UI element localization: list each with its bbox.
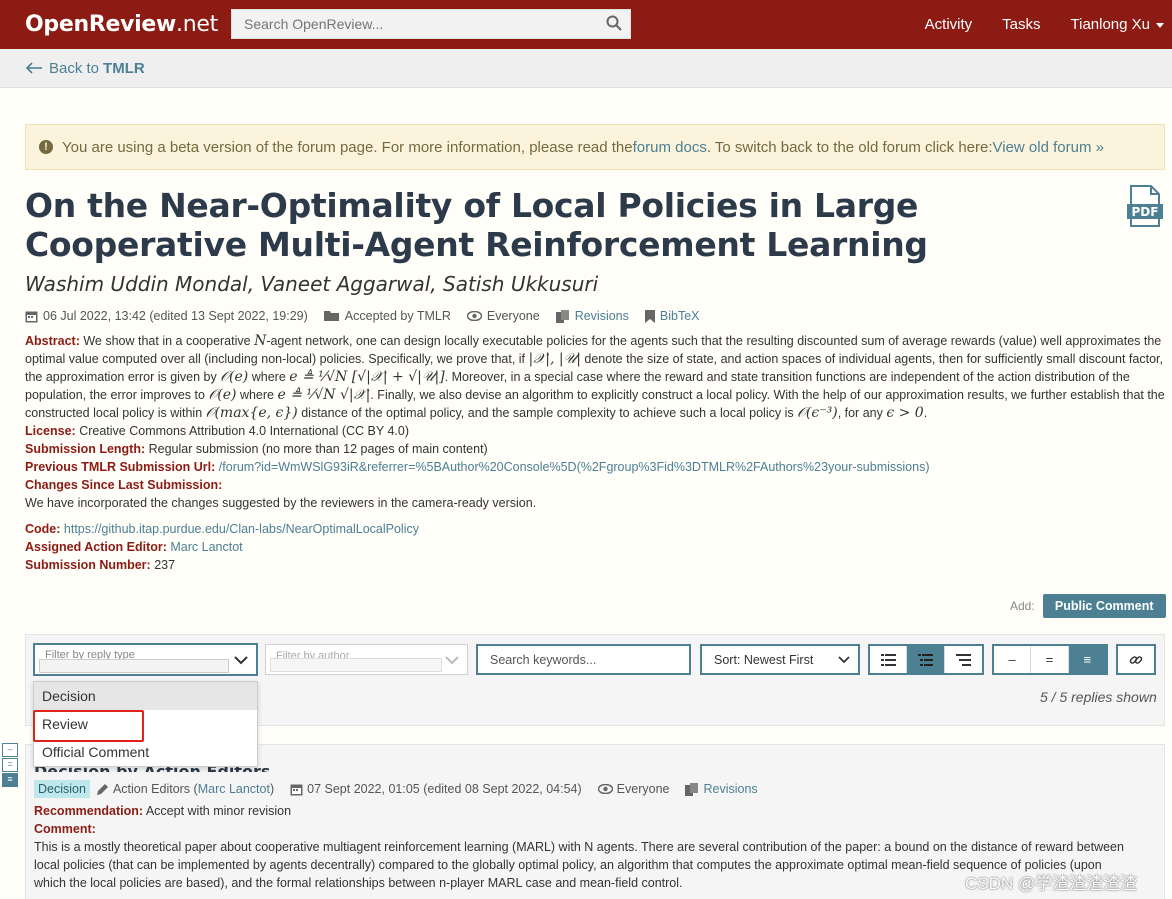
comment-label: Comment: (34, 822, 96, 836)
submission-number-field: Submission Number: 237 (25, 558, 176, 572)
nested-list-icon (955, 653, 971, 666)
keywords-search-input[interactable]: Search keywords... (476, 644, 691, 675)
paper-bibtex-link[interactable]: BibTeX (660, 309, 700, 323)
side-default-button[interactable]: = (2, 758, 18, 772)
license-field: License: Creative Commons Attribution 4.… (25, 424, 409, 438)
default-expand-button[interactable]: = (1031, 646, 1069, 673)
note-signature: Action Editors ( (112, 782, 198, 796)
beta-text: You are using a beta version of the foru… (62, 138, 633, 156)
user-menu[interactable]: Tianlong Xu (1070, 16, 1164, 33)
recommendation-field: Recommendation: Accept with minor revisi… (34, 804, 292, 818)
note-meta: Decision Action Editors (Marc Lanctot) 0… (34, 780, 774, 798)
reply-type-scroll[interactable] (39, 659, 229, 673)
threaded-list-icon (918, 653, 934, 666)
add-row: Add: Public Comment (1010, 594, 1166, 618)
calendar-icon (290, 784, 303, 795)
linear-layout-button[interactable] (870, 646, 908, 673)
chevron-down-icon[interactable] (234, 655, 248, 665)
folder-icon (323, 311, 339, 321)
previous-submission-link[interactable]: /forum?id=WmWSlG93iR&referrer=%5BAuthor%… (219, 460, 930, 474)
paper-readers: Everyone (486, 309, 540, 323)
action-editor-link[interactable]: Marc Lanctot (170, 540, 242, 554)
public-comment-button[interactable]: Public Comment (1042, 594, 1166, 618)
decision-badge: Decision (34, 780, 90, 798)
replies-shown-count: 5 / 5 replies shown (1040, 689, 1157, 705)
note-signature-link[interactable]: Marc Lanctot (198, 782, 270, 796)
note-readers: Everyone (616, 782, 670, 796)
previous-submission-field: Previous TMLR Submission Url: /forum?id=… (25, 460, 930, 474)
user-name: Tianlong Xu (1070, 16, 1151, 33)
nested-layout-button[interactable] (945, 646, 982, 673)
layout-toggle-group (868, 644, 984, 675)
chevron-down-icon[interactable] (445, 655, 459, 665)
side-expand-button[interactable]: ≡ (2, 773, 18, 787)
highlight-box (33, 710, 144, 742)
search-box[interactable] (231, 9, 631, 39)
collapse-toggle-group: – = ≡ (992, 644, 1108, 675)
arrow-left-icon (25, 62, 42, 74)
revisions-icon (555, 309, 569, 323)
brand-logo[interactable]: OpenReview.net (25, 12, 218, 37)
note-date: 07 Sept 2022, 01:05 (edited 08 Sept 2022… (307, 782, 582, 796)
calendar-icon (25, 311, 38, 322)
author-scroll[interactable] (270, 658, 442, 672)
view-old-forum-link[interactable]: View old forum » (993, 139, 1104, 156)
changes-field: Changes Since Last Submission: (25, 478, 223, 492)
paper-venue: Accepted by TMLR (344, 309, 451, 323)
copy-link-button[interactable] (1118, 646, 1154, 673)
side-collapse-button[interactable]: – (2, 743, 18, 757)
beta-notice: ! You are using a beta version of the fo… (25, 124, 1165, 170)
forum-docs-link[interactable]: forum docs (633, 139, 707, 156)
collapse-button[interactable]: – (994, 646, 1032, 673)
pencil-icon (96, 783, 108, 795)
reply-type-filter[interactable]: Filter by reply type (33, 643, 258, 676)
paper-authors[interactable]: Washim Uddin Mondal, Vaneet Aggarwal, Sa… (25, 272, 598, 296)
top-navbar: OpenReview.net Activity Tasks Tianlong X… (0, 0, 1172, 49)
chevron-down-icon (838, 656, 850, 664)
search-icon[interactable] (606, 15, 622, 31)
dropdown-option-official-comment[interactable]: Official Comment (34, 738, 257, 766)
watermark: CSDN @学渣渣渣渣渣 (965, 874, 1138, 893)
submission-length-field: Submission Length: Regular submission (n… (25, 442, 488, 456)
expand-all-button[interactable]: ≡ (1068, 646, 1107, 673)
paper-title: On the Near-Optimality of Local Policies… (25, 186, 928, 264)
author-filter[interactable]: Filter by author (265, 644, 468, 675)
nav-tasks-link[interactable]: Tasks (1002, 16, 1040, 33)
chevron-down-icon (1156, 22, 1164, 28)
code-field: Code: https://github.itap.purdue.edu/Cla… (25, 522, 419, 536)
note-signature-end: ) (269, 782, 275, 796)
bookmark-icon (644, 309, 655, 323)
sort-label: Sort: Newest First (714, 653, 814, 667)
dropdown-option-decision[interactable]: Decision (34, 682, 257, 710)
action-editor-field: Assigned Action Editor: Marc Lanctot (25, 540, 243, 554)
paper-meta: 06 Jul 2022, 13:42 (edited 13 Sept 2022,… (25, 309, 715, 323)
paper-revisions-link[interactable]: Revisions (575, 309, 629, 323)
back-bar: Back to TMLR (0, 49, 1172, 88)
search-input[interactable] (232, 10, 592, 38)
code-link[interactable]: https://github.itap.purdue.edu/Clan-labs… (64, 522, 419, 536)
back-link[interactable]: Back to TMLR (25, 60, 145, 77)
link-icon (1129, 655, 1143, 664)
beta-text-2: . To switch back to the old forum click … (706, 138, 993, 156)
revisions-icon (685, 782, 699, 796)
eye-icon (597, 784, 613, 794)
paper-fields: Abstract: We show that in a cooperative … (25, 332, 1167, 574)
paper-date: 06 Jul 2022, 13:42 (edited 13 Sept 2022,… (43, 309, 308, 323)
list-icon (880, 653, 896, 666)
eye-icon (466, 311, 482, 321)
pdf-download-icon[interactable]: PDF (1126, 185, 1164, 232)
add-label: Add: (1010, 599, 1035, 613)
changes-value: We have incorporated the changes suggest… (25, 496, 537, 510)
nav-activity-link[interactable]: Activity (925, 16, 973, 33)
exclamation-circle-icon: ! (39, 140, 53, 154)
sort-select[interactable]: Sort: Newest First (700, 644, 860, 675)
side-collapse-controls: – = ≡ (2, 743, 20, 788)
note-revisions-link[interactable]: Revisions (703, 782, 757, 796)
copy-link-group (1116, 644, 1156, 675)
svg-text:PDF: PDF (1132, 205, 1159, 219)
threaded-layout-button[interactable] (907, 646, 945, 673)
abstract: Abstract: We show that in a cooperative … (25, 333, 1165, 421)
